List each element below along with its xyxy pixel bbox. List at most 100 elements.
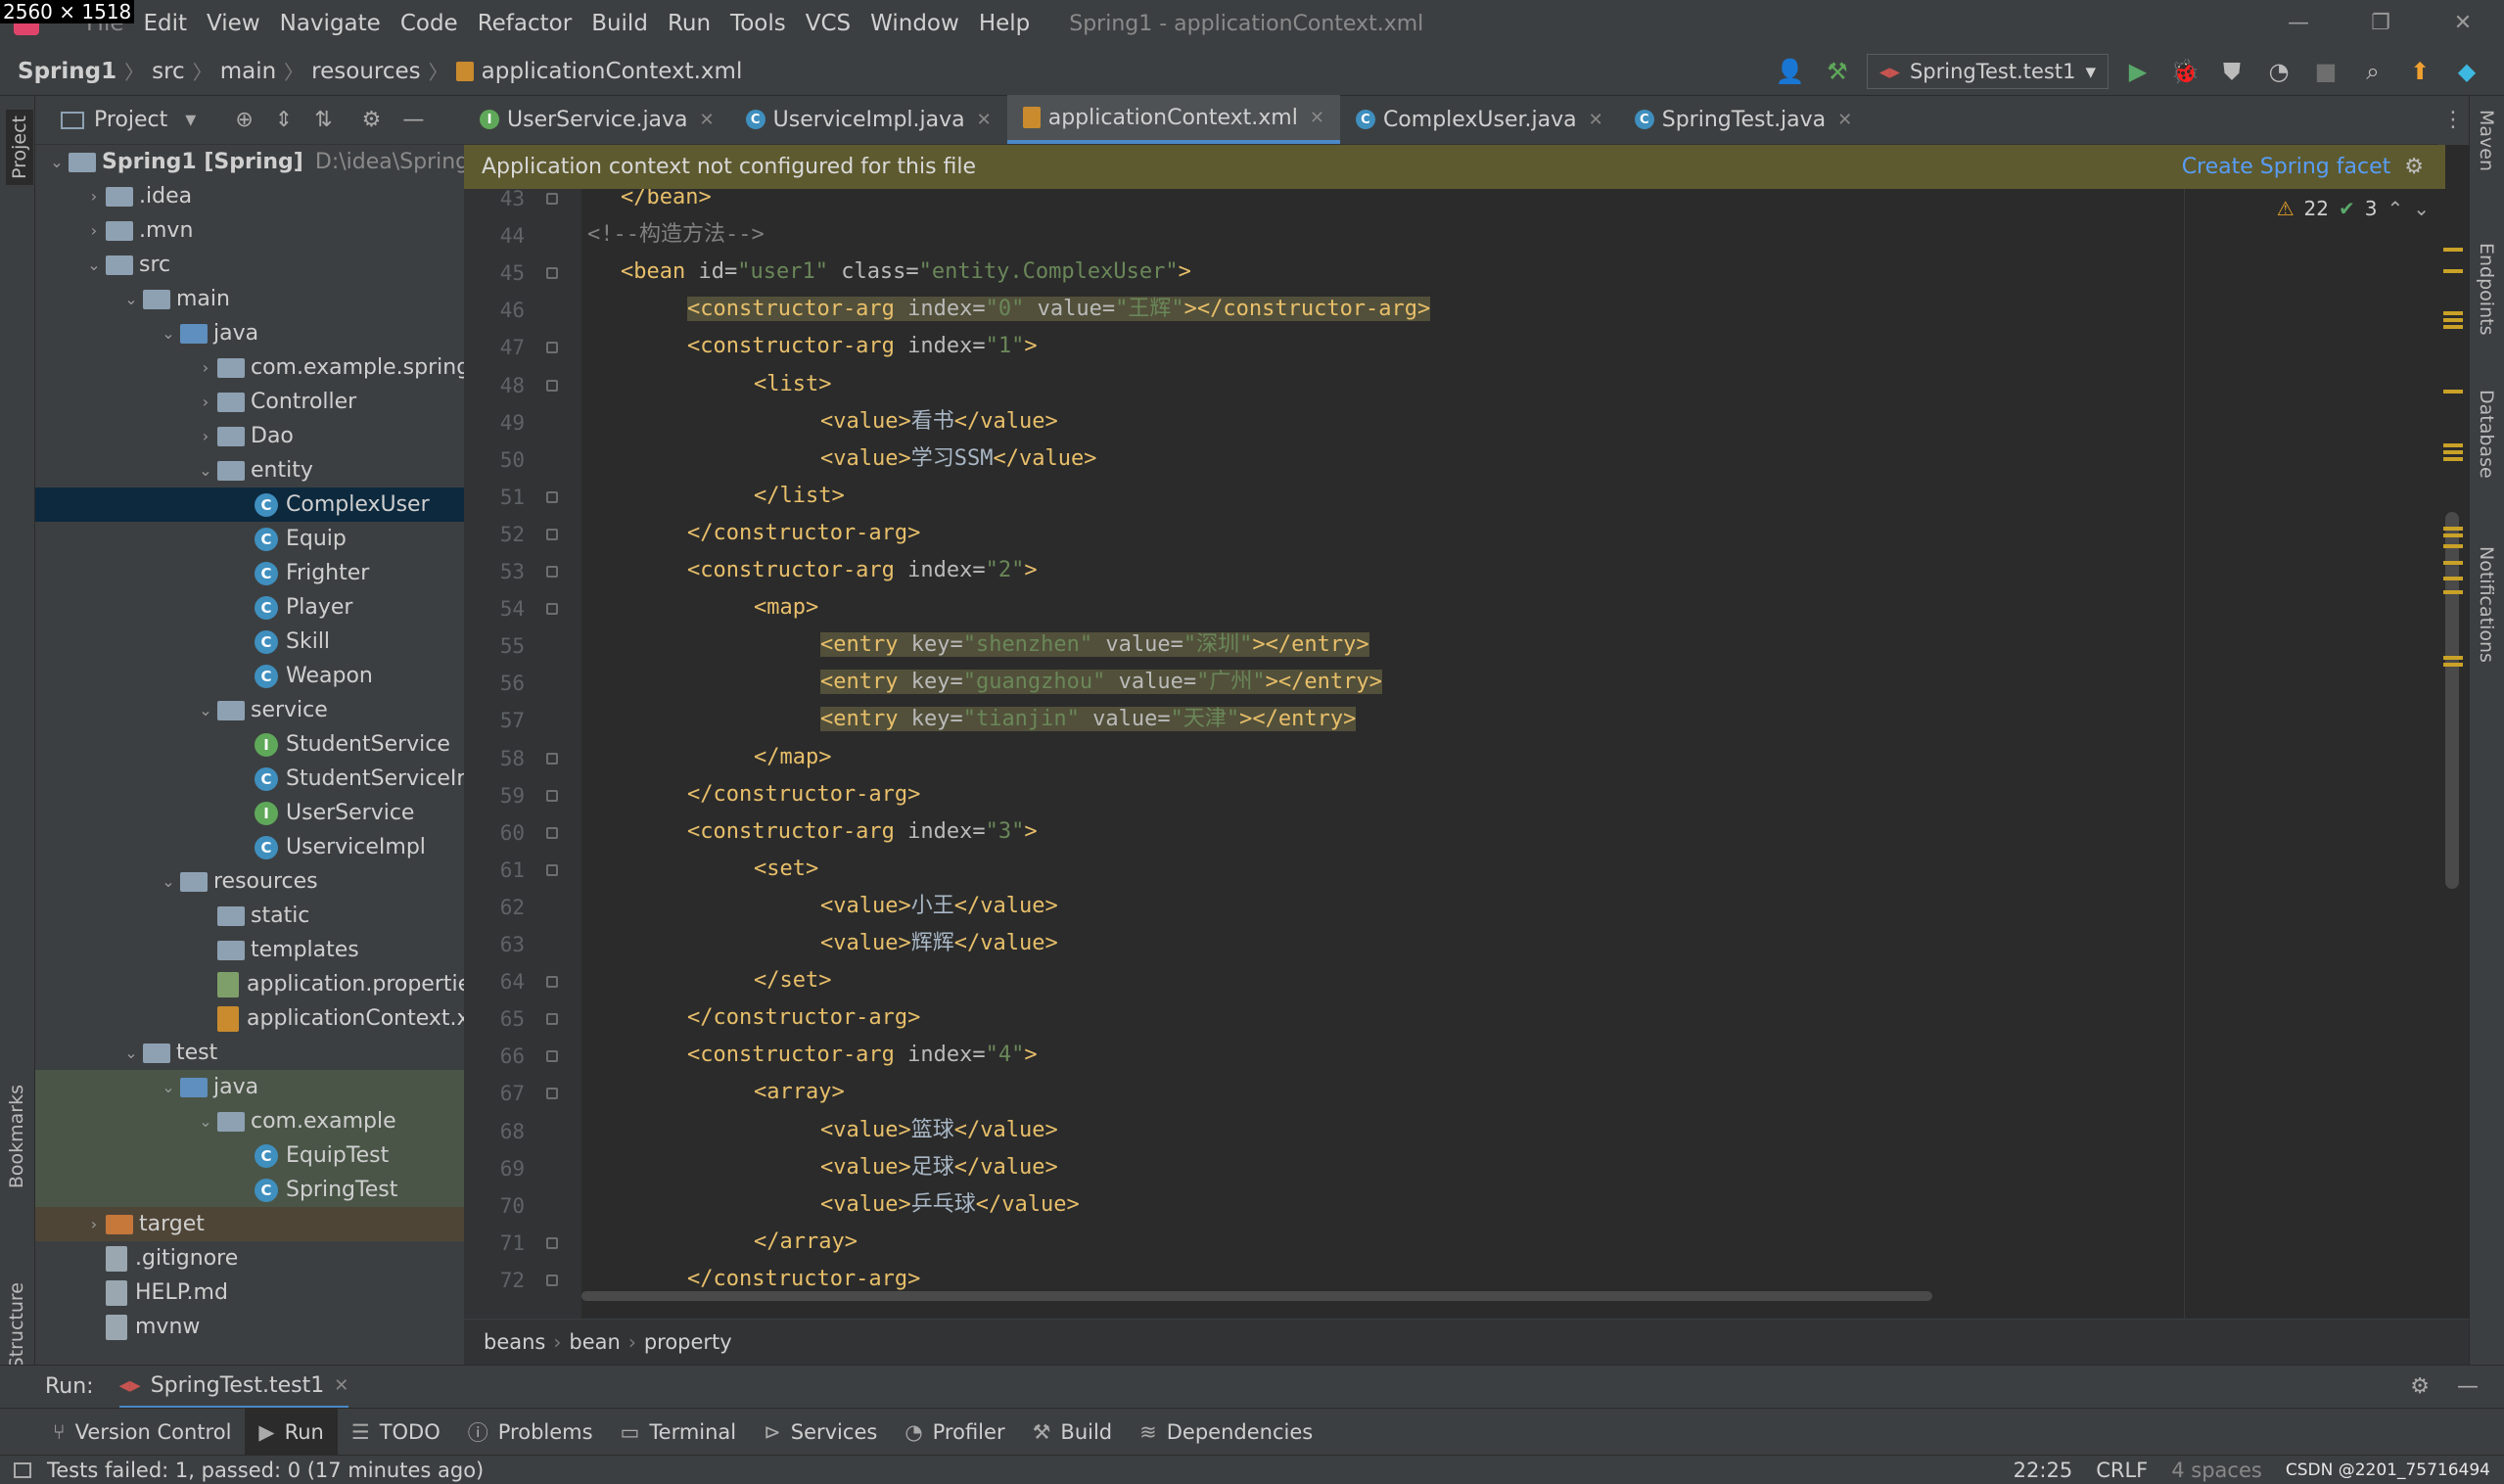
- database-tool-button[interactable]: Database: [2476, 390, 2497, 479]
- fold-marker-icon[interactable]: [546, 566, 558, 578]
- tree-item-complexuser[interactable]: C ComplexUser: [35, 487, 464, 522]
- warning-marker[interactable]: [2443, 390, 2463, 394]
- warning-marker[interactable]: [2443, 311, 2463, 315]
- panel-toggle-icon[interactable]: [14, 1461, 31, 1478]
- warning-marker[interactable]: [2443, 590, 2463, 594]
- breadcrumb-item[interactable]: applicationContext.xml: [482, 59, 743, 84]
- tree-item-equip[interactable]: C Equip: [35, 522, 464, 556]
- tree-item-equiptest[interactable]: C EquipTest: [35, 1138, 464, 1173]
- tree-item-userviceimpl[interactable]: C UserviceImpl: [35, 830, 464, 864]
- hammer-icon[interactable]: ⚒: [1820, 54, 1855, 89]
- warning-marker[interactable]: [2443, 443, 2463, 447]
- tree-item-com-example-spring1[interactable]: › com.example.spring1: [35, 350, 464, 385]
- warning-marker[interactable]: [2443, 318, 2463, 322]
- editor-breadcrumb-item[interactable]: bean: [569, 1330, 620, 1354]
- breadcrumb-item[interactable]: resources: [311, 59, 420, 84]
- caret-position[interactable]: 22:25: [2014, 1459, 2073, 1482]
- chevron-right-icon[interactable]: ›: [82, 221, 106, 240]
- fold-marker-icon[interactable]: [546, 528, 558, 540]
- tree-item-springtest[interactable]: C SpringTest: [35, 1173, 464, 1207]
- editor-breadcrumb-item[interactable]: property: [644, 1330, 732, 1354]
- chevron-right-icon[interactable]: ›: [82, 1215, 106, 1233]
- warning-marker[interactable]: [2443, 533, 2463, 537]
- locate-icon[interactable]: ⊕: [235, 108, 253, 132]
- close-icon[interactable]: ✕: [334, 1375, 348, 1396]
- fold-marker-icon[interactable]: [546, 490, 558, 503]
- tree-item-entity[interactable]: ⌄ entity: [35, 453, 464, 487]
- more-tabs-icon[interactable]: ⋮: [2437, 96, 2469, 145]
- tool-window-terminal[interactable]: ▭ Terminal: [607, 1409, 751, 1456]
- tool-window-services[interactable]: ⊳ Services: [750, 1409, 891, 1456]
- menu-navigate[interactable]: Navigate: [270, 11, 391, 36]
- search-icon[interactable]: ⌕: [2355, 54, 2390, 89]
- tree-item-frighter[interactable]: C Frighter: [35, 556, 464, 590]
- tree-item-resources[interactable]: ⌄ resources: [35, 864, 464, 899]
- tree-item-mvnw[interactable]: mvnw: [35, 1310, 464, 1344]
- chevron-down-icon[interactable]: ⌄: [157, 872, 180, 891]
- tree-item-idea[interactable]: › .idea: [35, 179, 464, 213]
- tree-item-controller[interactable]: › Controller: [35, 385, 464, 419]
- fold-marker-icon[interactable]: [546, 603, 558, 616]
- close-icon[interactable]: ✕: [977, 110, 992, 130]
- chevron-down-icon[interactable]: ⌄: [45, 153, 69, 171]
- tab-userviceimpl-java[interactable]: C UserviceImpl.java ✕: [730, 95, 1007, 144]
- tree-item-dao[interactable]: › Dao: [35, 419, 464, 453]
- chevron-down-icon[interactable]: ⌄: [194, 1112, 217, 1131]
- close-icon[interactable]: ✕: [1837, 110, 1852, 130]
- tree-item-weapon[interactable]: C Weapon: [35, 659, 464, 693]
- tree-item-templates[interactable]: templates: [35, 933, 464, 967]
- tree-item-userservice[interactable]: I UserService: [35, 796, 464, 830]
- warning-marker[interactable]: [2443, 450, 2463, 454]
- tool-window-profiler[interactable]: ◔ Profiler: [891, 1409, 1018, 1456]
- editor-breadcrumb-item[interactable]: beans: [484, 1330, 545, 1354]
- fold-marker-icon[interactable]: [546, 267, 558, 280]
- vertical-scrollbar[interactable]: [2445, 512, 2459, 889]
- menu-help[interactable]: Help: [969, 11, 1040, 36]
- breadcrumb-item[interactable]: src: [152, 59, 185, 84]
- update-icon[interactable]: ⬆: [2402, 54, 2437, 89]
- close-icon[interactable]: ✕: [700, 110, 715, 130]
- previous-highlight-icon[interactable]: ⌃: [2387, 197, 2403, 220]
- run-tab[interactable]: ◂▸ SpringTest.test1 ✕: [118, 1366, 349, 1409]
- tree-item-application-properties[interactable]: application.properties: [35, 967, 464, 1001]
- fold-marker-icon[interactable]: [546, 1050, 558, 1063]
- warning-marker[interactable]: [2443, 656, 2463, 660]
- run-config-select[interactable]: ◂▸ SpringTest.test1 ▾: [1866, 53, 2109, 89]
- warning-marker[interactable]: [2443, 325, 2463, 329]
- line-separator[interactable]: CRLF: [2096, 1459, 2148, 1482]
- tab-applicationcontext-xml[interactable]: applicationContext.xml ✕: [1006, 95, 1340, 144]
- collapse-all-icon[interactable]: ⇅: [314, 108, 332, 132]
- stop-icon[interactable]: ■: [2308, 54, 2343, 89]
- warning-marker[interactable]: [2443, 577, 2463, 580]
- tree-item-gitignore[interactable]: .gitignore: [35, 1241, 464, 1275]
- tree-item-test[interactable]: ⌄ test: [35, 1036, 464, 1070]
- tool-window-dependencies[interactable]: ≋ Dependencies: [1126, 1409, 1326, 1456]
- tree-item-service[interactable]: ⌄ service: [35, 693, 464, 727]
- fold-marker-icon[interactable]: [546, 379, 558, 392]
- fold-marker-icon[interactable]: [546, 826, 558, 839]
- fold-marker-icon[interactable]: [546, 1013, 558, 1026]
- tab-springtest-java[interactable]: C SpringTest.java ✕: [1619, 95, 1869, 144]
- create-spring-facet-link[interactable]: Create Spring facet: [2182, 155, 2391, 179]
- fold-marker-icon[interactable]: [546, 1088, 558, 1100]
- gear-icon[interactable]: ⚙: [2404, 155, 2424, 179]
- tree-item-studentservice[interactable]: I StudentService: [35, 727, 464, 762]
- fold-marker-icon[interactable]: [546, 752, 558, 765]
- tree-item-java[interactable]: ⌄ java: [35, 1070, 464, 1104]
- chevron-down-icon[interactable]: ⌄: [119, 290, 143, 308]
- indent-setting[interactable]: 4 spaces: [2171, 1459, 2262, 1482]
- tool-window-run[interactable]: ▶ Run: [245, 1408, 338, 1456]
- tab-userservice-java[interactable]: I UserService.java ✕: [464, 95, 730, 144]
- chevron-down-icon[interactable]: ⌄: [82, 255, 106, 274]
- next-highlight-icon[interactable]: ⌄: [2413, 197, 2430, 220]
- warning-marker[interactable]: [2443, 544, 2463, 548]
- menu-window[interactable]: Window: [860, 11, 969, 36]
- menu-build[interactable]: Build: [581, 11, 658, 36]
- tree-item-skill[interactable]: C Skill: [35, 625, 464, 659]
- endpoints-tool-button[interactable]: Endpoints: [2476, 243, 2497, 335]
- tree-item-com-example[interactable]: ⌄ com.example: [35, 1104, 464, 1138]
- tree-item-java[interactable]: ⌄ java: [35, 316, 464, 350]
- bookmarks-tool-button[interactable]: Bookmarks: [6, 1085, 27, 1188]
- tool-window-todo[interactable]: ☰ TODO: [338, 1409, 454, 1456]
- inspection-widget[interactable]: ⚠ 22 ✔ 3 ⌃ ⌄: [2277, 197, 2430, 220]
